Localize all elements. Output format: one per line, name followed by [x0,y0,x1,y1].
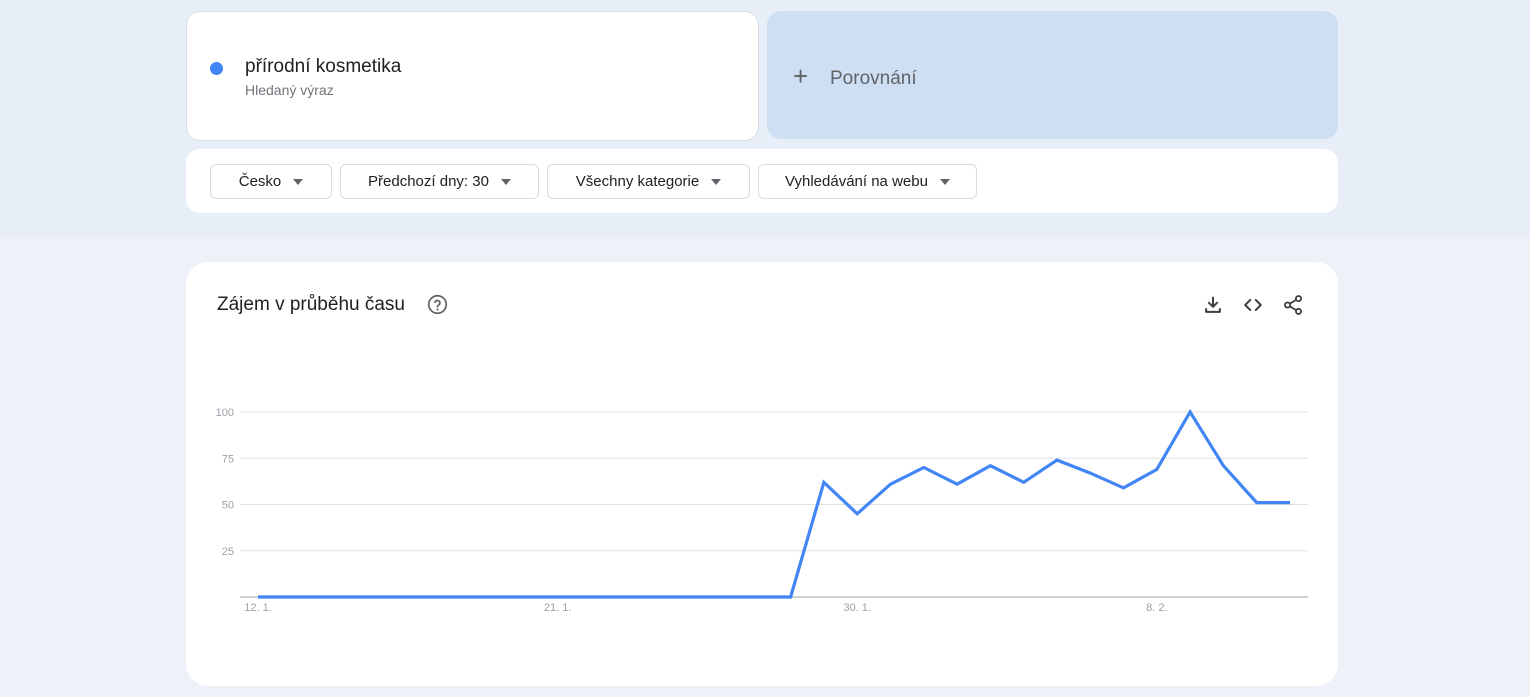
search-term-subtitle: Hledaný výraz [245,82,334,98]
dropdown-caret-icon [293,178,304,185]
category-filter-label: Všechny kategorie [575,173,700,190]
dropdown-caret-icon [711,178,722,185]
compare-label: Porovnání [830,68,917,89]
x-tick-label: 21. 1. [544,602,572,614]
help-icon[interactable] [427,294,448,315]
y-tick-label: 50 [222,500,234,512]
region-filter[interactable]: Česko [210,164,332,199]
dropdown-caret-icon [500,178,511,185]
x-tick-label: 12. 1. [244,602,272,614]
x-tick-label: 30. 1. [843,602,871,614]
search-type-filter-label: Vyhledávání na webu [785,173,928,190]
interest-over-time-card: 100 75 50 25 12. 1. 21. 1. 30. 1. 8. 2. Zájem v… [186,262,1338,686]
chart-title: Zájem v průběhu času [217,294,405,315]
y-tick-label: 75 [222,453,234,465]
y-tick-label: 100 [216,407,234,419]
share-icon[interactable] [1282,294,1304,316]
search-term-title: přírodní kosmetika [245,56,402,77]
dropdown-caret-icon [939,178,950,185]
download-icon[interactable] [1202,294,1224,316]
filter-bar: Česko Předchozí dny: 30 Všechny kategori… [186,149,1338,213]
x-tick-label: 8. 2. [1146,602,1167,614]
embed-icon[interactable] [1242,294,1264,316]
region-filter-label: Česko [238,173,282,190]
y-tick-label: 25 [222,546,234,558]
category-filter[interactable]: Všechny kategorie [547,164,750,199]
plus-icon: + [793,61,809,91]
compare-button[interactable]: + Porovnání [767,11,1338,139]
interest-line-chart: 100 75 50 25 12. 1. 21. 1. 30. 1. 8. 2. [216,407,1308,614]
search-term-card[interactable]: přírodní kosmetika Hledaný výraz [186,11,759,141]
time-range-filter[interactable]: Předchozí dny: 30 [340,164,539,199]
term-color-dot [210,62,223,75]
time-range-filter-label: Předchozí dny: 30 [368,173,489,190]
search-type-filter[interactable]: Vyhledávání na webu [758,164,977,199]
